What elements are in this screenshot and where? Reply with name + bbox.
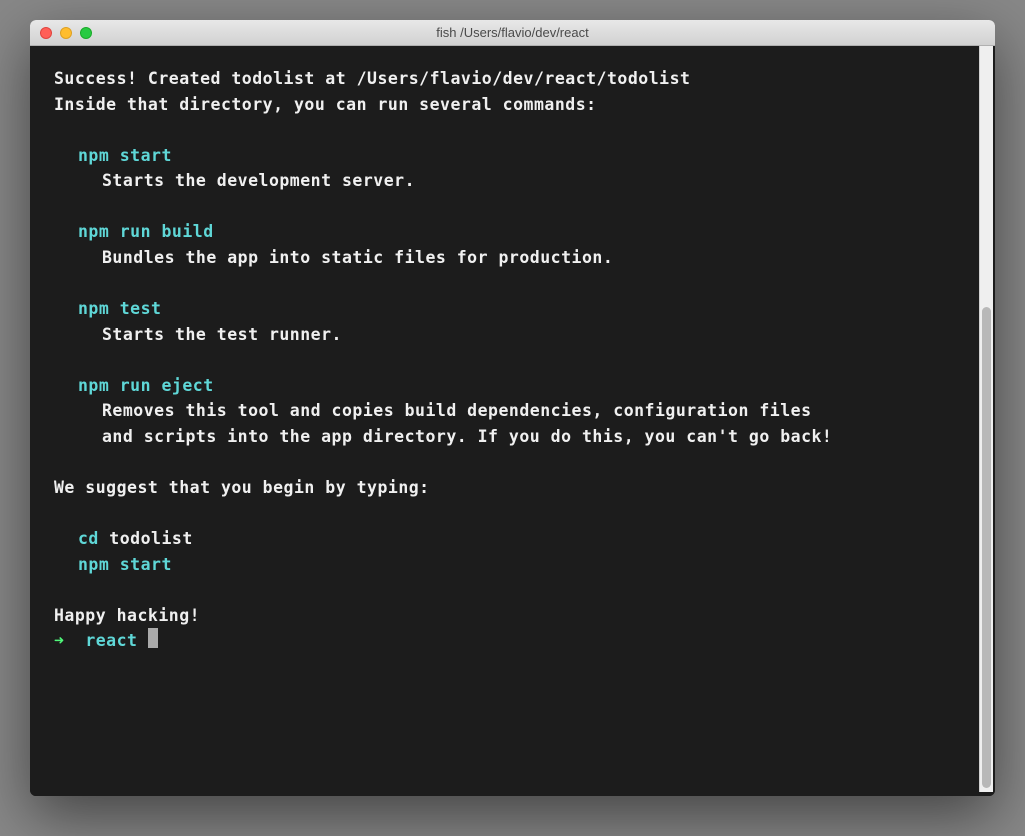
blank-line [54,271,971,297]
cd-command: cd [78,529,99,548]
window-title: fish /Users/flavio/dev/react [30,25,995,40]
terminal-window: fish /Users/flavio/dev/react Success! Cr… [30,20,995,796]
scrollbar-thumb[interactable] [982,307,991,788]
prompt-line[interactable]: ➜ react [54,628,971,654]
output-line: Inside that directory, you can run sever… [54,92,971,118]
cd-argument: todolist [99,529,193,548]
output-line: Success! Created todolist at /Users/flav… [54,66,971,92]
traffic-lights [40,27,92,39]
scrollbar[interactable] [979,46,993,792]
blank-line [54,347,971,373]
terminal-output[interactable]: Success! Created todolist at /Users/flav… [30,46,995,796]
titlebar: fish /Users/flavio/dev/react [30,20,995,46]
blank-line [54,577,971,603]
prompt-dir: react [85,631,137,650]
prompt-arrow-icon: ➜ [54,631,64,650]
command-desc: Removes this tool and copies build depen… [54,398,971,424]
close-button[interactable] [40,27,52,39]
blank-line [54,117,971,143]
blank-line [54,194,971,220]
command-label: npm run build [54,219,971,245]
command-label: npm start [54,143,971,169]
command-desc: and scripts into the app directory. If y… [54,424,971,450]
cursor-icon [148,628,158,648]
command-label: npm test [54,296,971,322]
command-desc: Bundles the app into static files for pr… [54,245,971,271]
blank-line [54,449,971,475]
minimize-button[interactable] [60,27,72,39]
command-label: npm run eject [54,373,971,399]
maximize-button[interactable] [80,27,92,39]
suggested-command: cd todolist [54,526,971,552]
command-desc: Starts the development server. [54,168,971,194]
blank-line [54,501,971,527]
suggested-command: npm start [54,552,971,578]
output-line: Happy hacking! [54,603,971,629]
output-line: We suggest that you begin by typing: [54,475,971,501]
command-desc: Starts the test runner. [54,322,971,348]
